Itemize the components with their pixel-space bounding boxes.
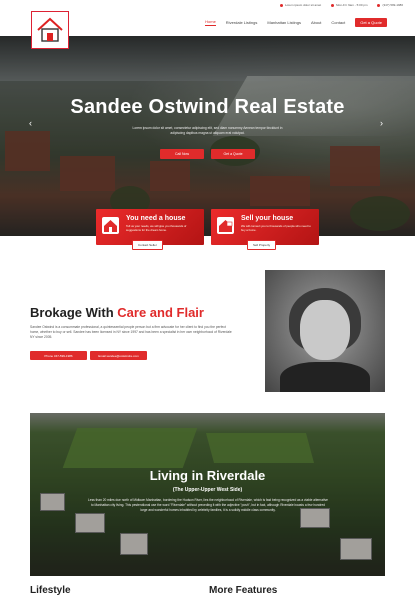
get-quote-button[interactable]: Get a Quote bbox=[355, 18, 387, 27]
about-title: Brokage With Care and Flair bbox=[30, 305, 204, 320]
nav-riverdale-listings[interactable]: Riverdale Listings bbox=[226, 20, 258, 25]
chevron-left-icon[interactable]: ‹ bbox=[29, 118, 32, 128]
hero-lead-text: Lorem ipsum dolor sit amet, consectetur … bbox=[132, 126, 283, 135]
hero-title: Sandee Ostwind Real Estate bbox=[70, 96, 345, 118]
nav-home[interactable]: Home bbox=[205, 19, 216, 26]
living-riverdale-banner: Living in Riverdale (The Upper-Upper Wes… bbox=[30, 413, 385, 576]
about-title-accent: Care and Flair bbox=[117, 305, 204, 320]
about-title-plain: Brokage With bbox=[30, 305, 118, 320]
need-house-card: You need a house Tell us your needs, we … bbox=[96, 209, 204, 250]
about-text: Sandee Ostwind is a consummate professio… bbox=[30, 325, 232, 339]
card-title: Sell your house bbox=[241, 215, 294, 222]
lifestyle-heading: Lifestyle bbox=[30, 585, 71, 596]
living-title: Living in Riverdale bbox=[149, 468, 266, 483]
nav-manhattan-listings[interactable]: Manhattan Listings bbox=[267, 20, 301, 25]
email-button[interactable]: Email sandee@ostwindre.com bbox=[90, 351, 147, 360]
portrait-face bbox=[300, 300, 350, 360]
contact-seller-button[interactable]: Contact Seller bbox=[132, 240, 163, 250]
hours-info: Mon-Fri: 9am - 5:00 pm bbox=[331, 3, 367, 7]
portrait-body bbox=[280, 362, 370, 392]
hero-quote-button[interactable]: Get a Quote bbox=[211, 149, 255, 159]
nav-about[interactable]: About bbox=[311, 20, 321, 25]
phone-info[interactable]: (347) 599-1986 bbox=[377, 3, 403, 7]
more-features-heading: More Features bbox=[209, 585, 278, 596]
top-info-bar: Lorem ipsum dolor sit amet Mon-Fri: 9am … bbox=[0, 0, 415, 10]
site-header: Home Riverdale Listings Manhattan Listin… bbox=[0, 10, 415, 49]
chevron-right-icon[interactable]: › bbox=[380, 118, 383, 128]
sell-property-button[interactable]: Sell Property bbox=[247, 240, 277, 250]
site-logo[interactable] bbox=[31, 11, 69, 49]
card-text: Tell us your needs, we will give you tho… bbox=[126, 224, 187, 232]
address-info: Lorem ipsum dolor sit amet bbox=[279, 3, 321, 7]
card-text: We will connect you to thousands of peop… bbox=[241, 224, 311, 232]
living-text: Less than 20 miles due north of Midtown … bbox=[88, 498, 328, 512]
nav-contact[interactable]: Contact bbox=[331, 20, 345, 25]
sell-house-icon bbox=[217, 217, 234, 234]
sell-house-card: Sell your house We will connect you to t… bbox=[211, 209, 319, 250]
phone-icon bbox=[377, 3, 381, 7]
agent-portrait bbox=[265, 270, 385, 392]
card-title: You need a house bbox=[126, 215, 186, 222]
phone-button[interactable]: Phone 347-599-1986 bbox=[30, 351, 87, 360]
main-nav: Home Riverdale Listings Manhattan Listin… bbox=[205, 18, 387, 27]
living-subtitle: (The Upper-Upper West Side) bbox=[172, 487, 243, 493]
clock-icon bbox=[331, 3, 335, 7]
house-logo-icon bbox=[37, 17, 63, 42]
house-icon bbox=[102, 217, 119, 234]
hero-overlay bbox=[0, 36, 415, 236]
hero-banner: Sandee Ostwind Real Estate Lorem ipsum d… bbox=[0, 36, 415, 236]
living-overlay bbox=[30, 413, 385, 576]
location-icon bbox=[279, 3, 283, 7]
call-now-button[interactable]: Call Now bbox=[160, 149, 204, 159]
